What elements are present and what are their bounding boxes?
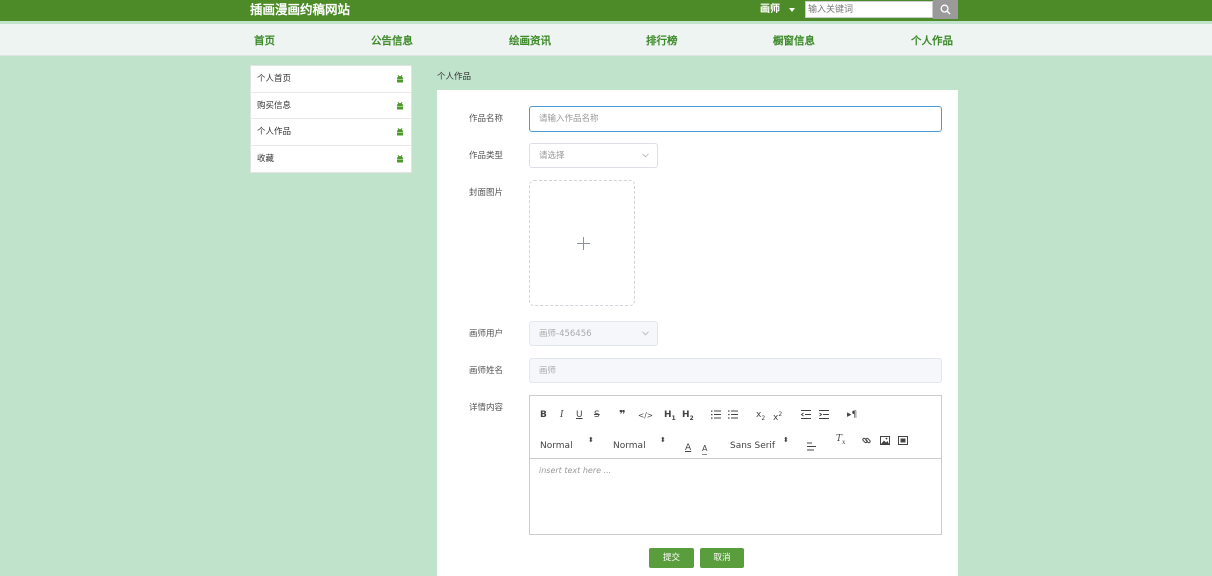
font-color-icon[interactable]: A bbox=[685, 443, 691, 454]
sidebar-item-favorites[interactable]: 收藏 bbox=[251, 146, 411, 173]
subscript-icon[interactable]: x2 bbox=[756, 410, 765, 424]
video-icon[interactable] bbox=[898, 436, 908, 445]
clear-format-icon[interactable]: Tx bbox=[836, 434, 845, 448]
header-select-arrows-icon[interactable]: ⬍ bbox=[588, 435, 594, 446]
background-color-icon[interactable]: A bbox=[702, 443, 708, 455]
align-icon[interactable] bbox=[807, 441, 816, 451]
sidebar-item-personal-works[interactable]: 个人作品 bbox=[251, 119, 411, 146]
nav-item-art-news[interactable]: 绘画资讯 bbox=[509, 24, 551, 55]
chevron-down-icon bbox=[642, 153, 649, 158]
bullet-list-icon[interactable] bbox=[728, 410, 738, 419]
strike-icon[interactable]: S bbox=[594, 410, 600, 421]
nav-item-ranking[interactable]: 排行榜 bbox=[646, 24, 678, 55]
heading-2-icon[interactable]: H2 bbox=[682, 410, 694, 424]
link-icon[interactable] bbox=[862, 436, 871, 445]
cover-image-label: 封面图片 bbox=[469, 188, 504, 198]
work-type-label: 作品类型 bbox=[469, 151, 504, 161]
artist-name-input[interactable]: 画师 bbox=[529, 358, 942, 383]
sidebar-item-purchases[interactable]: 购买信息 bbox=[251, 93, 411, 119]
editor-toolbar: B I U S ❞ </> H1 H2 x2 x2 ▸¶ Normal ⬍ No… bbox=[530, 396, 941, 459]
indent-icon[interactable] bbox=[819, 410, 829, 419]
rich-text-editor: B I U S ❞ </> H1 H2 x2 x2 ▸¶ Normal ⬍ No… bbox=[529, 395, 942, 535]
caret-down-icon[interactable] bbox=[789, 8, 795, 12]
bold-icon[interactable]: B bbox=[540, 410, 547, 421]
work-type-select[interactable]: 请选择 bbox=[529, 143, 658, 168]
header-select[interactable]: Normal bbox=[540, 441, 573, 452]
search-icon bbox=[940, 4, 951, 15]
nav-item-home[interactable]: 首页 bbox=[254, 24, 275, 55]
nav-item-personal-works[interactable]: 个人作品 bbox=[911, 24, 953, 55]
font-select[interactable]: Sans Serif bbox=[730, 441, 775, 452]
editor-content[interactable]: insert text here ... bbox=[539, 466, 611, 475]
ordered-list-icon[interactable] bbox=[711, 410, 721, 419]
chevron-down-icon bbox=[642, 331, 649, 336]
artist-name-value: 画师 bbox=[539, 366, 557, 376]
size-select-arrows-icon[interactable]: ⬍ bbox=[660, 435, 666, 446]
superscript-icon[interactable]: x2 bbox=[773, 409, 782, 424]
details-label: 详情内容 bbox=[469, 403, 504, 413]
blockquote-icon[interactable]: ❞ bbox=[619, 409, 625, 420]
breadcrumb: 个人作品 bbox=[437, 72, 472, 82]
android-icon bbox=[397, 75, 403, 83]
font-select-arrows-icon[interactable]: ⬍ bbox=[783, 435, 789, 446]
nav-item-notices[interactable]: 公告信息 bbox=[371, 24, 413, 55]
italic-icon[interactable]: I bbox=[560, 410, 564, 421]
work-name-placeholder: 请输入作品名称 bbox=[539, 114, 599, 124]
artist-user-select[interactable]: 画师-456456 bbox=[529, 321, 658, 346]
text-direction-icon[interactable]: ▸¶ bbox=[847, 410, 857, 421]
android-icon bbox=[397, 154, 403, 162]
main-nav: 首页 公告信息 绘画资讯 排行榜 橱窗信息 个人作品 bbox=[0, 24, 1212, 56]
cancel-button[interactable]: 取消 bbox=[700, 548, 744, 568]
size-select[interactable]: Normal bbox=[613, 441, 646, 452]
code-icon[interactable]: </> bbox=[638, 410, 653, 421]
role-dropdown[interactable]: 画师 bbox=[760, 4, 780, 16]
sidebar-item-profile[interactable]: 个人首页 bbox=[251, 66, 411, 93]
submit-button[interactable]: 提交 bbox=[649, 548, 694, 568]
sidebar-item-label: 个人首页 bbox=[257, 74, 292, 84]
work-name-label: 作品名称 bbox=[469, 114, 504, 124]
sidebar-item-label: 购买信息 bbox=[257, 100, 292, 111]
search-button[interactable] bbox=[933, 0, 958, 19]
sidebar-item-label: 个人作品 bbox=[257, 127, 292, 137]
artist-user-value: 画师-456456 bbox=[539, 329, 592, 339]
image-icon[interactable] bbox=[880, 436, 890, 445]
sidebar-item-label: 收藏 bbox=[257, 153, 275, 164]
underline-icon[interactable]: U bbox=[576, 410, 583, 421]
site-title[interactable]: 插画漫画约稿网站 bbox=[250, 2, 350, 18]
work-type-placeholder: 请选择 bbox=[539, 151, 565, 161]
sidebar: 个人首页 购买信息 个人作品 收藏 bbox=[250, 65, 412, 173]
heading-1-icon[interactable]: H1 bbox=[664, 410, 676, 424]
top-bar: 插画漫画约稿网站 画师 bbox=[0, 0, 1212, 21]
work-name-input[interactable]: 请输入作品名称 bbox=[529, 106, 942, 132]
artist-name-label: 画师姓名 bbox=[469, 366, 504, 376]
nav-item-showcase[interactable]: 橱窗信息 bbox=[773, 24, 815, 55]
artist-user-label: 画师用户 bbox=[469, 329, 504, 339]
android-icon bbox=[397, 128, 403, 136]
outdent-icon[interactable] bbox=[801, 410, 811, 419]
android-icon bbox=[397, 101, 403, 109]
cover-image-uploader[interactable] bbox=[529, 180, 635, 306]
search-input[interactable] bbox=[805, 1, 933, 18]
